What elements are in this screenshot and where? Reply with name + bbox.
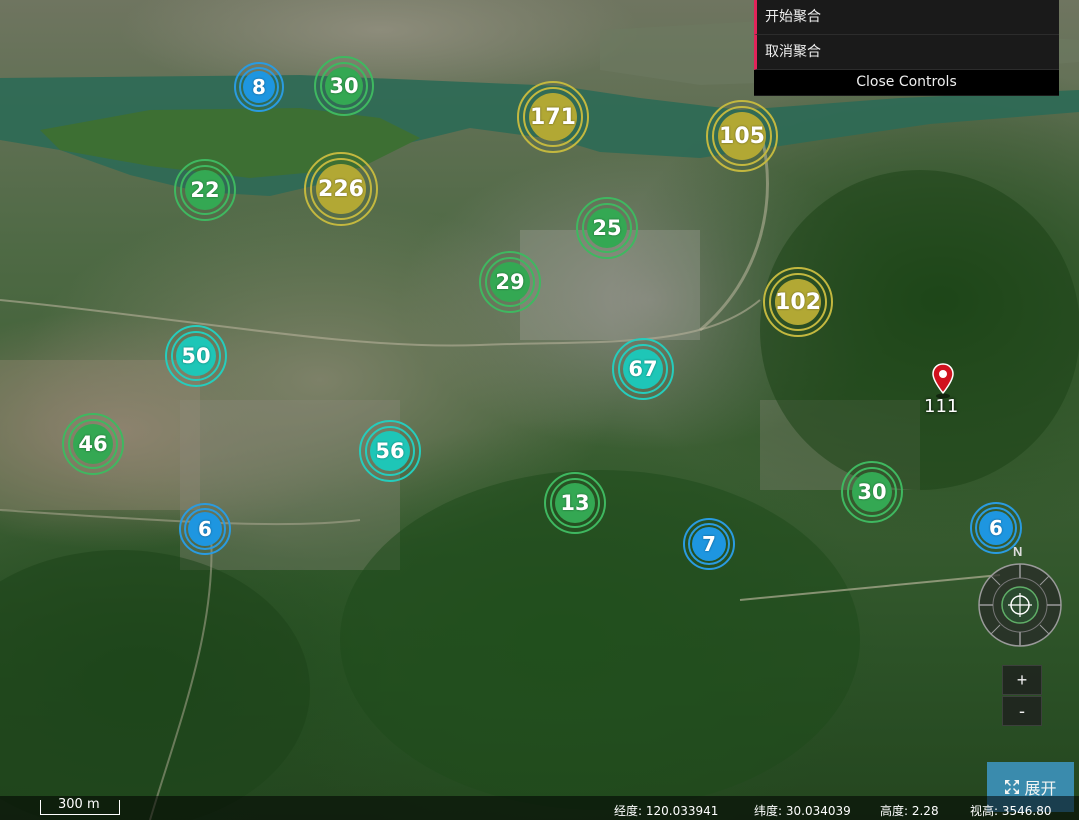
view-height-readout: 视高: 3546.80 bbox=[970, 804, 1052, 818]
cluster-count: 30 bbox=[857, 480, 887, 504]
cluster-marker[interactable]: 30 bbox=[314, 56, 374, 116]
cluster-count: 171 bbox=[530, 104, 576, 130]
cluster-marker[interactable]: 46 bbox=[62, 413, 124, 475]
cluster-marker[interactable]: 67 bbox=[612, 338, 674, 400]
cluster-count: 67 bbox=[628, 357, 658, 381]
cluster-count: 13 bbox=[560, 491, 590, 515]
zoom-out-button[interactable]: - bbox=[1002, 696, 1042, 726]
cluster-count: 22 bbox=[190, 178, 220, 202]
status-bar: 300 m 经度: 120.033941 纬度: 30.034039 高度: 2… bbox=[0, 796, 1079, 820]
cluster-marker[interactable]: 8 bbox=[234, 62, 284, 112]
cluster-marker[interactable]: 226 bbox=[304, 152, 378, 226]
zoom-in-button[interactable]: + bbox=[1002, 665, 1042, 695]
map-view[interactable]: 8 30 171 105 22 226 25 29 102 50 67 46 5… bbox=[0, 0, 1079, 820]
close-controls-button[interactable]: Close Controls bbox=[754, 70, 1059, 95]
cluster-count: 8 bbox=[252, 75, 266, 99]
compass-north-label: N bbox=[1013, 544, 1023, 559]
cluster-count: 6 bbox=[198, 517, 212, 541]
cluster-count: 102 bbox=[775, 289, 821, 315]
cluster-marker[interactable]: 50 bbox=[165, 325, 227, 387]
cluster-marker[interactable]: 6 bbox=[179, 503, 231, 555]
cluster-marker[interactable]: 29 bbox=[479, 251, 541, 313]
cancel-cluster-button[interactable]: 取消聚合 bbox=[754, 35, 1059, 70]
cluster-marker[interactable]: 13 bbox=[544, 472, 606, 534]
cluster-marker[interactable]: 7 bbox=[683, 518, 735, 570]
cluster-count: 46 bbox=[78, 432, 108, 456]
mountain bbox=[0, 550, 310, 820]
cluster-count: 29 bbox=[495, 270, 525, 294]
expand-icon bbox=[1005, 780, 1020, 794]
cluster-count: 105 bbox=[719, 123, 765, 149]
latitude-readout: 纬度: 30.034039 bbox=[754, 804, 851, 818]
height-readout: 高度: 2.28 bbox=[880, 804, 939, 818]
cluster-count: 25 bbox=[592, 216, 622, 240]
scale-label: 300 m bbox=[58, 797, 100, 812]
cluster-marker[interactable]: 102 bbox=[763, 267, 833, 337]
start-cluster-button[interactable]: 开始聚合 bbox=[754, 0, 1059, 35]
cluster-marker[interactable]: 30 bbox=[841, 461, 903, 523]
cluster-marker[interactable]: 22 bbox=[174, 159, 236, 221]
cluster-count: 56 bbox=[375, 439, 405, 463]
cluster-count: 50 bbox=[181, 344, 211, 368]
cluster-count: 6 bbox=[989, 516, 1003, 540]
cluster-marker[interactable]: 171 bbox=[517, 81, 589, 153]
map-pin-icon[interactable] bbox=[931, 363, 955, 399]
cluster-count: 7 bbox=[702, 532, 716, 556]
cluster-marker[interactable]: 25 bbox=[576, 197, 638, 259]
compass-icon[interactable] bbox=[977, 562, 1063, 648]
cluster-control-panel: 开始聚合 取消聚合 Close Controls bbox=[754, 0, 1059, 96]
cluster-count: 226 bbox=[318, 176, 364, 202]
cluster-count: 30 bbox=[329, 74, 359, 98]
cluster-marker[interactable]: 105 bbox=[706, 100, 778, 172]
longitude-readout: 经度: 120.033941 bbox=[614, 804, 719, 818]
cluster-marker[interactable]: 56 bbox=[359, 420, 421, 482]
pin-label: 111 bbox=[924, 396, 959, 417]
